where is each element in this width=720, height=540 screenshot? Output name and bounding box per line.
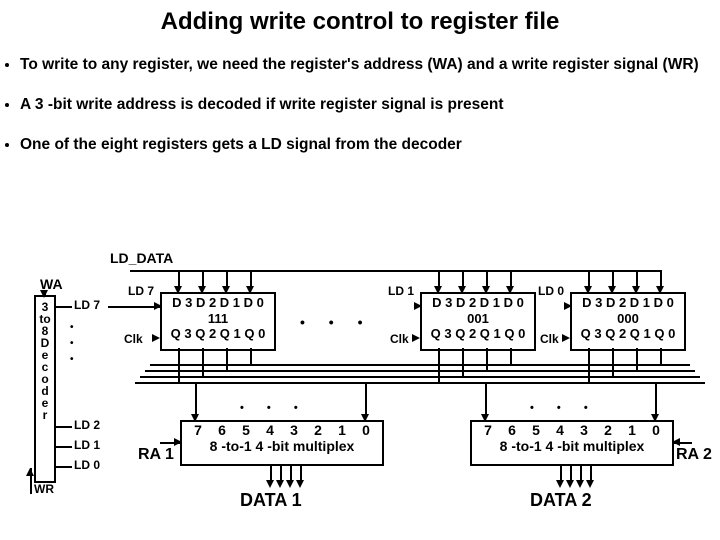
data2-label: DATA 2	[530, 490, 592, 511]
reg-d-row: D 3 D 2 D 1 D 0	[162, 295, 274, 311]
ra2-label: RA 2	[676, 446, 712, 464]
register-0: D 3 D 2 D 1 D 0 000 Q 3 Q 2 Q 1 Q 0	[570, 292, 686, 351]
decoder-3to8: 3to8Decoder	[34, 295, 56, 483]
decoder-out-ld2: LD 2	[74, 418, 100, 432]
mux2-label: 8 -to-1 4 -bit multiplex	[472, 438, 672, 454]
mux1-top-dots: • • •	[240, 402, 308, 414]
reg-hdots: • • •	[300, 314, 372, 330]
decoder-out-ld1: LD 1	[74, 438, 100, 452]
decoder-out-ld0: LD 0	[74, 458, 100, 472]
bullet-list: To write to any register, we need the re…	[0, 52, 720, 154]
reg1-mid: 001	[422, 311, 534, 327]
circuit-diagram: LD_DATA WA 3to8Decoder WR LD 7 ••• LD 2 …	[0, 250, 720, 540]
reg-q-row: Q 3 Q 2 Q 1 Q 0	[422, 326, 534, 342]
ld-data-label: LD_DATA	[110, 250, 173, 266]
reg-d-row: D 3 D 2 D 1 D 0	[422, 295, 534, 311]
register-1: D 3 D 2 D 1 D 0 001 Q 3 Q 2 Q 1 Q 0	[420, 292, 536, 351]
reg-d-row: D 3 D 2 D 1 D 0	[572, 295, 684, 311]
decoder-out-ld7: LD 7	[74, 298, 100, 312]
reg7-clk: Clk	[124, 332, 143, 346]
reg-q-row: Q 3 Q 2 Q 1 Q 0	[162, 326, 274, 342]
reg0-ld: LD 0	[538, 284, 564, 298]
mux-1: 76543210 8 -to-1 4 -bit multiplex	[180, 420, 384, 466]
reg0-clk: Clk	[540, 332, 559, 346]
data1-label: DATA 1	[240, 490, 302, 511]
bullet-item: One of the eight registers gets a LD sig…	[20, 136, 700, 154]
reg1-ld: LD 1	[388, 284, 414, 298]
bullet-item: A 3 -bit write address is decoded if wri…	[20, 96, 700, 114]
page-title: Adding write control to register file	[0, 0, 720, 36]
reg7-ld: LD 7	[128, 284, 154, 298]
mux1-inputs: 76543210	[182, 422, 382, 438]
mux2-top-dots: • • •	[530, 402, 598, 414]
mux1-label: 8 -to-1 4 -bit multiplex	[182, 438, 382, 454]
wr-label: WR	[34, 482, 54, 496]
register-7: D 3 D 2 D 1 D 0 111 Q 3 Q 2 Q 1 Q 0	[160, 292, 276, 351]
reg1-clk: Clk	[390, 332, 409, 346]
reg7-mid: 111	[162, 311, 274, 327]
decoder-label: 3to8Decoder	[39, 300, 50, 422]
reg-q-row: Q 3 Q 2 Q 1 Q 0	[572, 326, 684, 342]
ra1-label: RA 1	[138, 446, 174, 464]
decoder-vdots: •••	[70, 320, 84, 368]
reg0-mid: 000	[572, 311, 684, 327]
bullet-item: To write to any register, we need the re…	[20, 56, 700, 74]
mux2-inputs: 76543210	[472, 422, 672, 438]
mux-2: 76543210 8 -to-1 4 -bit multiplex	[470, 420, 674, 466]
